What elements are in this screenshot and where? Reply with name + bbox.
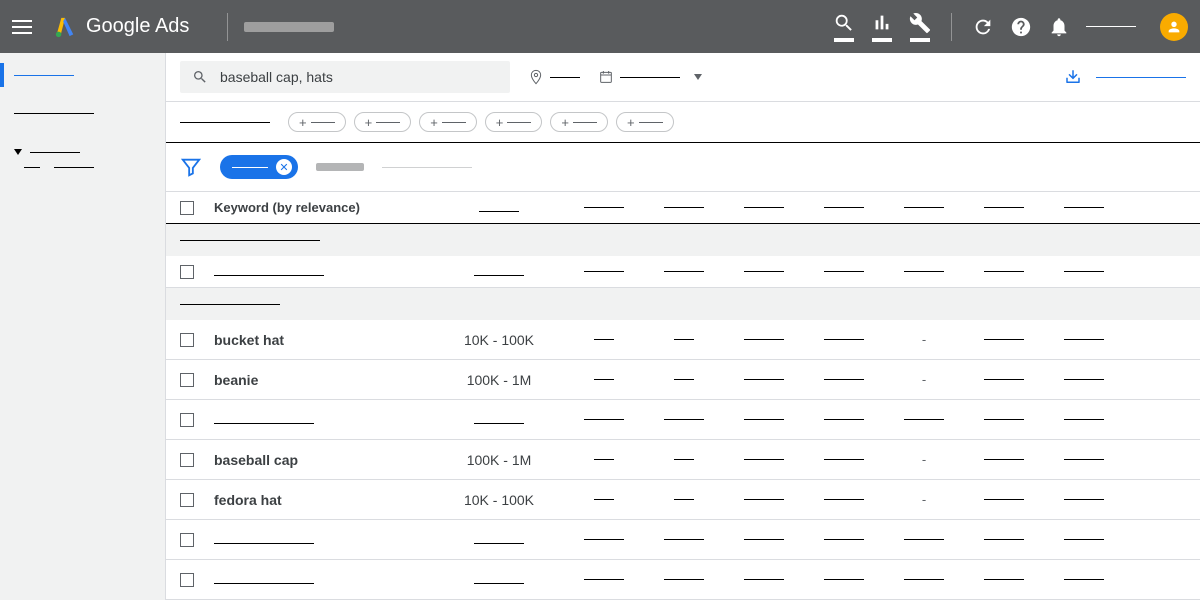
close-icon[interactable]: ✕ xyxy=(276,159,292,175)
volume-cell: 100K - 1M xyxy=(467,452,532,468)
separator xyxy=(227,13,228,41)
brand-name: Google Ads xyxy=(86,15,189,38)
table-row xyxy=(166,256,1200,288)
account-selector[interactable] xyxy=(244,22,334,32)
sidebar xyxy=(0,53,166,600)
refresh-icon[interactable] xyxy=(972,16,994,38)
table-row xyxy=(166,560,1200,600)
avatar[interactable] xyxy=(1160,13,1188,41)
active-filter-pill[interactable]: ✕ xyxy=(220,155,298,179)
sidebar-sub-2[interactable] xyxy=(0,161,165,174)
menu-icon[interactable] xyxy=(12,15,36,39)
table-row: bucket hat 10K - 100K - xyxy=(166,320,1200,360)
main-content: baseball cap, hats + + + + + xyxy=(166,53,1200,600)
table-row: fedora hat 10K - 100K - xyxy=(166,480,1200,520)
row-checkbox[interactable] xyxy=(180,373,194,387)
table-row: beanie 100K - 1M - xyxy=(166,360,1200,400)
row-checkbox[interactable] xyxy=(180,533,194,547)
volume-cell: 10K - 100K xyxy=(464,492,534,508)
volume-cell: 10K - 100K xyxy=(464,332,534,348)
reports-icon xyxy=(871,12,893,34)
chevron-down-icon xyxy=(14,149,22,155)
keyword-cell: bucket hat xyxy=(214,332,284,348)
wrench-icon xyxy=(909,12,931,34)
sidebar-item-1[interactable] xyxy=(0,59,165,91)
add-chip-5[interactable]: + xyxy=(550,112,608,132)
tools-tool[interactable] xyxy=(909,12,931,42)
row-checkbox[interactable] xyxy=(180,453,194,467)
search-icon xyxy=(833,12,855,34)
add-chip-2[interactable]: + xyxy=(354,112,412,132)
download-icon xyxy=(1064,68,1082,86)
date-selector[interactable] xyxy=(598,69,702,85)
logo: Google Ads xyxy=(54,15,211,38)
sidebar-sub-1[interactable] xyxy=(0,143,165,161)
search-value: baseball cap, hats xyxy=(220,69,333,85)
help-icon[interactable] xyxy=(1010,16,1032,38)
row-checkbox[interactable] xyxy=(180,493,194,507)
table-row: baseball cap 100K - 1M - xyxy=(166,440,1200,480)
search-input[interactable]: baseball cap, hats xyxy=(180,61,510,93)
volume-cell: 100K - 1M xyxy=(467,372,532,388)
add-chip-1[interactable]: + xyxy=(288,112,346,132)
person-icon xyxy=(1166,19,1182,35)
account-link[interactable] xyxy=(1086,26,1136,27)
keyword-cell: baseball cap xyxy=(214,452,298,468)
add-chip-6[interactable]: + xyxy=(616,112,674,132)
keyword-cell: beanie xyxy=(214,372,258,388)
reports-tool[interactable] xyxy=(871,12,893,42)
location-selector[interactable] xyxy=(528,69,580,85)
app-header: Google Ads xyxy=(0,0,1200,53)
ads-logo-icon xyxy=(54,16,76,38)
section-header-2 xyxy=(166,288,1200,320)
filter-icon[interactable] xyxy=(180,156,202,178)
filter-row: ✕ xyxy=(166,143,1200,192)
chip-row: + + + + + + xyxy=(166,102,1200,143)
row-checkbox[interactable] xyxy=(180,265,194,279)
download-link[interactable] xyxy=(1064,68,1186,86)
row-checkbox[interactable] xyxy=(180,413,194,427)
bell-icon[interactable] xyxy=(1048,16,1070,38)
add-chip-3[interactable]: + xyxy=(419,112,477,132)
row-checkbox[interactable] xyxy=(180,573,194,587)
search-row: baseball cap, hats xyxy=(166,53,1200,102)
chevron-down-icon xyxy=(694,74,702,80)
filter-input[interactable] xyxy=(316,163,364,171)
select-all-checkbox[interactable] xyxy=(180,201,194,215)
search-tool[interactable] xyxy=(833,12,855,42)
row-checkbox[interactable] xyxy=(180,333,194,347)
table-row xyxy=(166,520,1200,560)
table-row xyxy=(166,400,1200,440)
header-tools xyxy=(833,12,1188,42)
section-header-1 xyxy=(166,224,1200,256)
sidebar-item-2[interactable] xyxy=(0,97,165,129)
keyword-cell: fedora hat xyxy=(214,492,282,508)
chip-row-label xyxy=(180,122,270,123)
table-header: Keyword (by relevance) xyxy=(166,192,1200,224)
pin-icon xyxy=(528,69,544,85)
calendar-icon xyxy=(598,69,614,85)
search-icon xyxy=(192,69,208,85)
add-chip-4[interactable]: + xyxy=(485,112,543,132)
header-keyword[interactable]: Keyword (by relevance) xyxy=(214,200,434,215)
filter-option[interactable] xyxy=(382,167,472,168)
